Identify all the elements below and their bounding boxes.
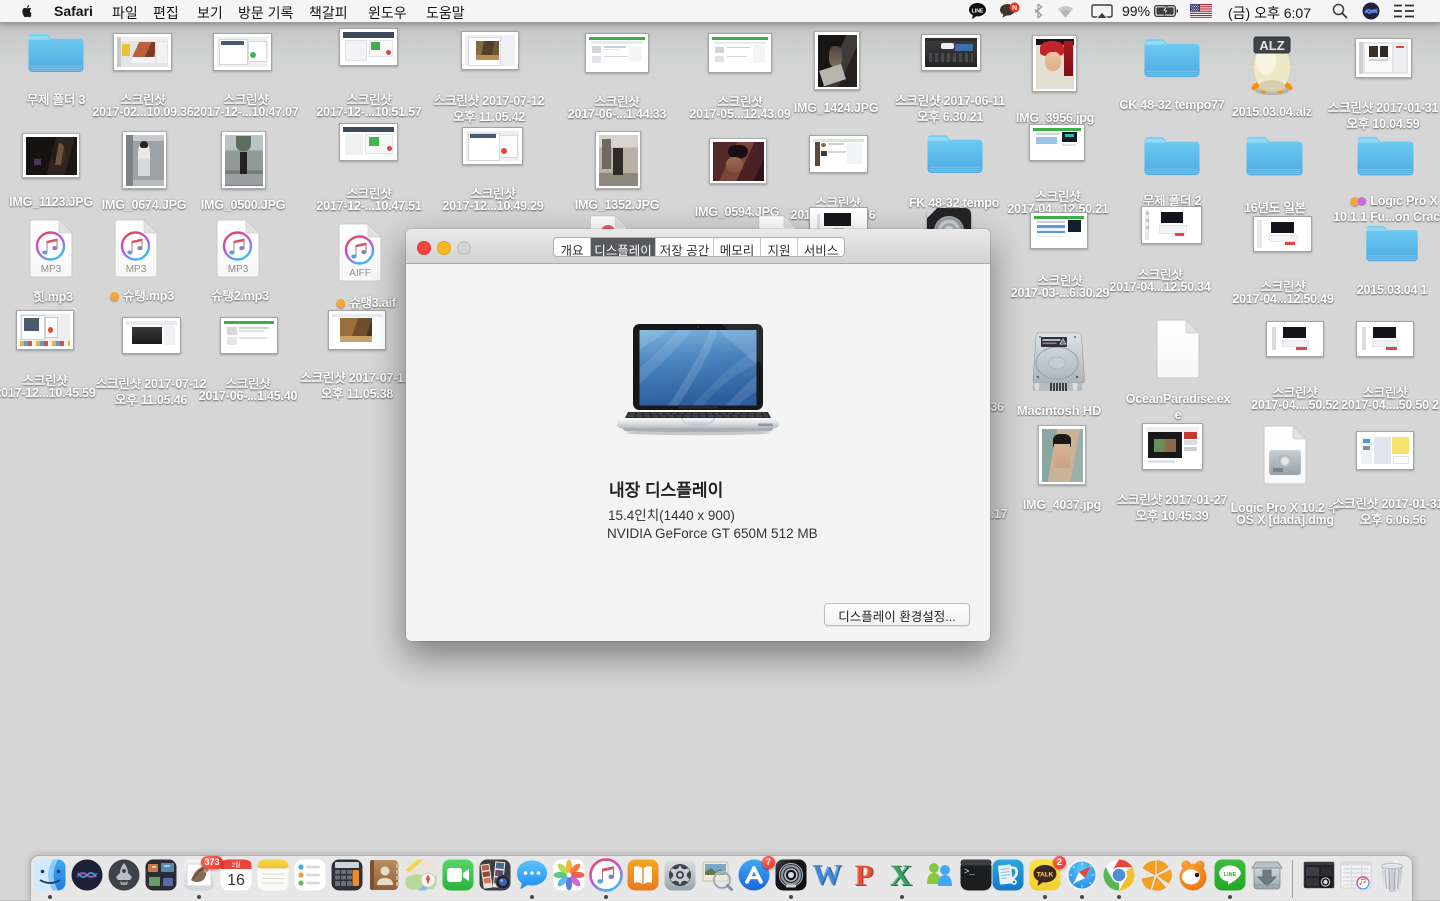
svg-text:ALZ: ALZ — [1259, 38, 1284, 53]
svg-text:W: W — [812, 859, 841, 891]
svg-text:N: N — [1012, 5, 1017, 12]
svg-text:>_: >_ — [964, 867, 975, 877]
svg-text:2월: 2월 — [232, 861, 241, 869]
svg-text:X: X — [890, 859, 912, 892]
svg-text:LINE: LINE — [1224, 872, 1237, 878]
svg-text:LINE: LINE — [972, 8, 984, 14]
svg-text:16: 16 — [227, 872, 245, 889]
svg-text:TALK: TALK — [1037, 872, 1054, 879]
svg-text:P: P — [854, 859, 872, 892]
